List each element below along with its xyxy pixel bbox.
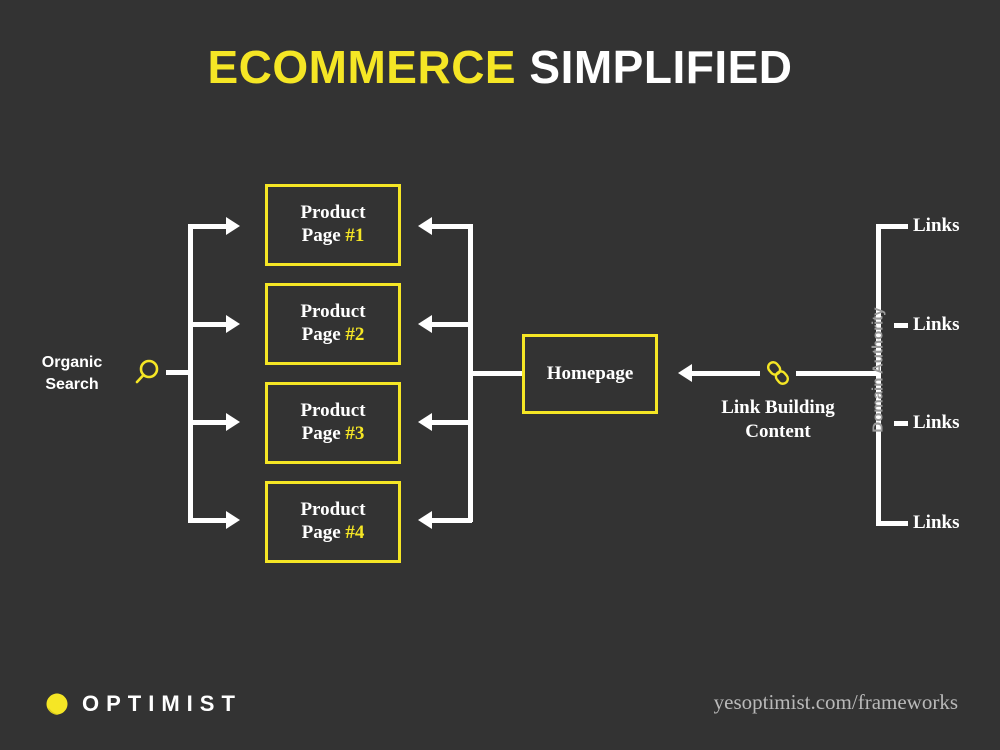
product-page-label: Page <box>301 423 346 444</box>
homepage-box[interactable]: Homepage <box>522 334 658 414</box>
product-page-box[interactable]: Product Page #1 <box>265 184 401 266</box>
organic-search-label-line1: Organic <box>41 354 103 371</box>
product-page-number: #2 <box>345 324 365 345</box>
product-page-line1: Product <box>300 499 366 521</box>
links-label: Links <box>913 314 960 335</box>
left-trunk-line <box>188 224 193 522</box>
product-page-number: #1 <box>345 225 365 246</box>
right-branch-2 <box>432 322 472 327</box>
link-building-arrow-line-right <box>796 371 878 376</box>
links-label: Links <box>913 512 960 533</box>
right-arrowhead-4 <box>418 511 432 529</box>
page-title: ECOMMERCE SIMPLIFIED <box>0 40 1000 94</box>
right-branch-3 <box>432 420 472 425</box>
link-building-line2: Content <box>745 420 811 442</box>
product-page-number: #4 <box>345 522 365 543</box>
left-branch-4 <box>188 518 228 523</box>
magnifying-glass-icon <box>130 357 162 389</box>
right-branch-1 <box>432 224 472 229</box>
product-page-line2: Page #2 <box>302 324 365 347</box>
product-page-line1: Product <box>300 202 366 224</box>
footer-url: yesoptimist.com/frameworks <box>713 690 958 714</box>
homepage-label: Homepage <box>546 363 634 384</box>
infographic-canvas: ECOMMERCE SIMPLIFIED Organic Search Prod… <box>0 0 1000 750</box>
link-building-arrow-line-left <box>692 371 760 376</box>
homepage-to-trunk-line <box>472 371 522 376</box>
domain-authority-branch-1 <box>876 224 908 229</box>
links-label: Links <box>913 215 960 236</box>
title-plain-word: SIMPLIFIED <box>516 41 793 93</box>
product-page-line2: Page #1 <box>302 225 365 248</box>
domain-authority-branch-2 <box>894 323 908 328</box>
product-page-label: Page <box>301 324 346 345</box>
product-page-line1: Product <box>300 400 366 422</box>
domain-authority-branch-4 <box>876 521 908 526</box>
left-branch-3 <box>188 420 228 425</box>
left-arrowhead-3 <box>226 413 240 431</box>
logo-text: OPTIMIST <box>82 691 242 716</box>
link-building-content-label: Link Building Content <box>688 396 868 444</box>
left-arrowhead-1 <box>226 217 240 235</box>
chain-link-icon <box>762 357 794 389</box>
organic-search-label-line2: Search <box>45 375 99 393</box>
product-page-box[interactable]: Product Page #3 <box>265 382 401 464</box>
organic-search-label: Organic Search <box>22 352 122 395</box>
product-page-label: Page <box>301 225 346 246</box>
product-page-line1: Product <box>300 301 366 323</box>
product-page-label: Page <box>301 522 346 543</box>
links-label: Links <box>913 412 960 433</box>
product-page-line2: Page #3 <box>302 423 365 446</box>
left-branch-2 <box>188 322 228 327</box>
product-page-line2: Page #4 <box>302 522 365 545</box>
link-building-line1: Link Building <box>721 397 835 418</box>
domain-authority-branch-3 <box>894 421 908 426</box>
right-arrowhead-2 <box>418 315 432 333</box>
title-accent-word: ECOMMERCE <box>207 41 517 93</box>
right-branch-4 <box>432 518 472 523</box>
left-arrowhead-2 <box>226 315 240 333</box>
lemon-icon <box>45 692 69 716</box>
right-arrowhead-3 <box>418 413 432 431</box>
link-building-arrowhead <box>678 364 692 382</box>
domain-authority-label: Domain Authority <box>869 307 887 433</box>
left-branch-1 <box>188 224 228 229</box>
right-arrowhead-1 <box>418 217 432 235</box>
left-arrowhead-4 <box>226 511 240 529</box>
product-page-number: #3 <box>345 423 365 444</box>
product-page-box[interactable]: Product Page #2 <box>265 283 401 365</box>
product-page-box[interactable]: Product Page #4 <box>265 481 401 563</box>
